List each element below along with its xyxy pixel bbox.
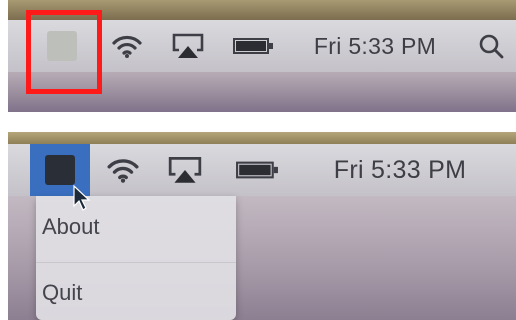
clock-text: Fri 5:33 PM (313, 32, 437, 59)
clock[interactable]: Fri 5:33 PM (312, 144, 488, 196)
airplay-icon[interactable] (162, 144, 208, 196)
wifi-icon[interactable] (106, 20, 148, 72)
search-icon[interactable] (478, 20, 514, 72)
app-dropdown-menu: About Quit (36, 196, 236, 320)
menu-separator (36, 262, 236, 263)
menu-item-quit[interactable]: Quit (42, 274, 82, 312)
app-icon (45, 155, 75, 185)
battery-icon[interactable] (230, 144, 284, 196)
airplay-icon[interactable] (166, 20, 210, 72)
screenshot-after: Fri 5:33 PM About Quit (8, 132, 516, 320)
clock-text: Fri 5:33 PM (333, 155, 467, 184)
mouse-cursor-icon (73, 184, 91, 211)
monitor-bezel (8, 132, 516, 144)
highlight-box (26, 10, 102, 94)
battery-icon[interactable] (228, 20, 278, 72)
screenshot-before: Fri 5:33 PM (8, 0, 516, 112)
wifi-icon[interactable] (102, 144, 144, 196)
menu-item-about[interactable]: About (42, 208, 100, 246)
clock[interactable]: Fri 5:33 PM (300, 20, 450, 72)
